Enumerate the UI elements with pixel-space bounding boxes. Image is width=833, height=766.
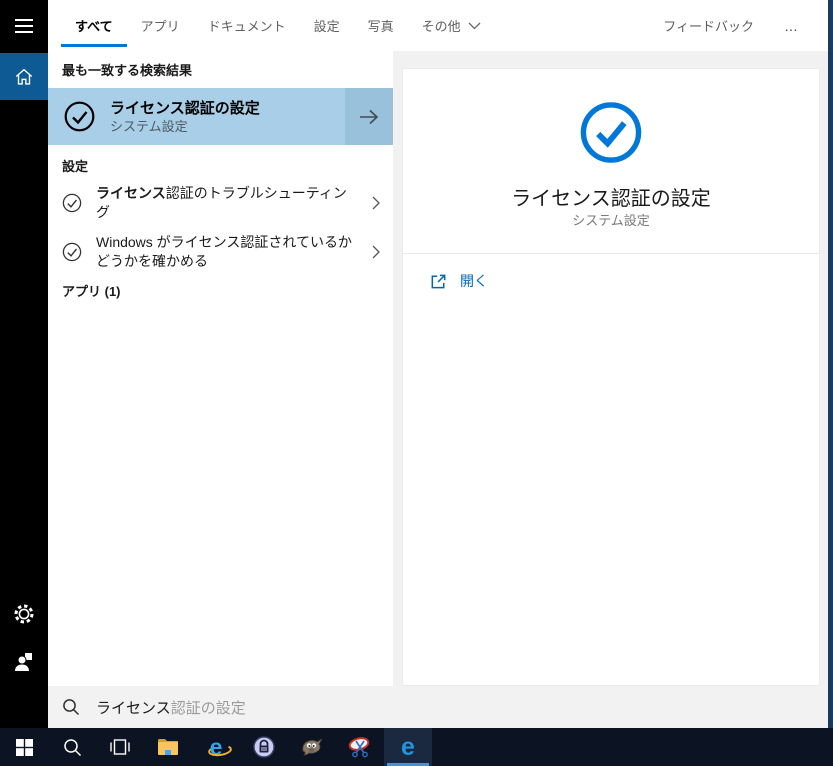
settings-section-header: 設定 bbox=[62, 159, 89, 174]
preview-card: ライセンス認証の設定 システム設定 開く bbox=[402, 68, 820, 686]
desktop-edge bbox=[828, 0, 833, 728]
open-action[interactable]: 開く bbox=[429, 271, 488, 291]
search-typed-text: ライセンス bbox=[96, 699, 171, 717]
arrow-right-icon bbox=[360, 109, 379, 124]
ie-ring bbox=[206, 742, 233, 758]
best-match-title: ライセンス認証の設定 bbox=[110, 99, 260, 117]
result-icon-wrap bbox=[48, 193, 96, 213]
sidebar-item-settings[interactable] bbox=[0, 590, 48, 638]
search-input-bar[interactable]: ライセンス認証の設定 bbox=[48, 686, 828, 728]
preview-subtitle: システム設定 bbox=[572, 213, 650, 228]
search-results-panel: 最も一致する検索結果 ライセンス認証の設定 システム設定 設定 ライセンス認証の… bbox=[48, 51, 393, 686]
preview-region: ライセンス認証の設定 システム設定 開く bbox=[393, 51, 828, 686]
best-match-icon-wrap bbox=[48, 101, 110, 132]
snipping-tool-button[interactable] bbox=[336, 728, 384, 766]
activation-check-icon-large bbox=[580, 102, 642, 163]
result-label-rest: Windows がライセンス認証されているかどうかを確かめる bbox=[96, 234, 352, 269]
home-icon bbox=[15, 68, 33, 85]
hamburger-menu-button[interactable] bbox=[0, 2, 48, 50]
tab-all-label: すべて bbox=[75, 19, 113, 34]
tab-more-label: その他 bbox=[421, 19, 461, 34]
apps-section-header: アプリ (1) bbox=[62, 284, 121, 299]
result-check-windows-activated[interactable]: Windows がライセンス認証されているかどうかを確かめる bbox=[48, 223, 393, 281]
check-circle-icon bbox=[62, 193, 82, 213]
internet-explorer-button[interactable]: e bbox=[192, 728, 240, 766]
edge-icon: e bbox=[401, 732, 415, 761]
tab-settings[interactable]: 設定 bbox=[300, 0, 354, 51]
windows-logo-icon bbox=[15, 738, 33, 756]
preview-icon-wrap bbox=[580, 101, 643, 169]
user-account-icon bbox=[15, 653, 32, 671]
open-external-icon bbox=[431, 274, 446, 288]
result-label: ライセンス認証のトラブルシューティング bbox=[96, 184, 359, 222]
file-explorer-icon bbox=[158, 739, 178, 755]
keepass-lock-icon bbox=[253, 736, 275, 758]
task-view-icon bbox=[110, 739, 130, 755]
preview-divider bbox=[403, 253, 819, 254]
tab-photos-label: 写真 bbox=[367, 19, 394, 34]
sidebar-item-home[interactable] bbox=[0, 53, 48, 100]
best-match-expand-button[interactable] bbox=[345, 88, 393, 145]
feedback-button[interactable]: フィードバック bbox=[663, 16, 754, 35]
chevron-down-icon bbox=[468, 22, 481, 30]
chevron-right-icon bbox=[359, 196, 393, 210]
tab-documents[interactable]: ドキュメント bbox=[194, 0, 300, 51]
check-circle-icon bbox=[62, 242, 82, 262]
result-label-bold: ライセンス bbox=[96, 185, 166, 201]
keepass-button[interactable] bbox=[240, 728, 288, 766]
best-match-result[interactable]: ライセンス認証の設定 システム設定 bbox=[48, 88, 393, 145]
search-suggestion-text: 認証の設定 bbox=[170, 699, 246, 717]
tab-documents-label: ドキュメント bbox=[207, 19, 286, 34]
result-activation-troubleshooting[interactable]: ライセンス認証のトラブルシューティング bbox=[48, 183, 393, 223]
best-match-subtitle: システム設定 bbox=[110, 118, 188, 134]
tab-photos[interactable]: 写真 bbox=[354, 0, 408, 51]
search-filter-bar: すべて アプリ ドキュメント 設定 写真 その他 フィードバック … bbox=[48, 0, 828, 51]
tab-settings-label: 設定 bbox=[313, 19, 340, 34]
taskbar-search-button[interactable] bbox=[48, 728, 96, 766]
windows-search-window: すべて アプリ ドキュメント 設定 写真 その他 フィードバック … 最も一致す… bbox=[0, 0, 833, 766]
open-action-label: 開く bbox=[460, 273, 488, 289]
result-icon-wrap bbox=[48, 242, 96, 262]
best-match-texts: ライセンス認証の設定 システム設定 bbox=[110, 99, 345, 135]
chevron-right-icon bbox=[359, 245, 393, 259]
gear-icon bbox=[14, 604, 34, 624]
search-icon bbox=[63, 738, 81, 756]
taskbar: e e bbox=[0, 728, 833, 766]
search-sidebar bbox=[0, 0, 48, 728]
result-label: Windows がライセンス認証されているかどうかを確かめる bbox=[96, 233, 359, 271]
scissors-tool-icon bbox=[348, 737, 370, 758]
tab-apps[interactable]: アプリ bbox=[127, 0, 194, 51]
sidebar-item-account[interactable] bbox=[0, 638, 48, 686]
tab-all[interactable]: すべて bbox=[61, 0, 127, 51]
topbar-right: フィードバック … bbox=[663, 0, 806, 51]
filter-tabs: すべて アプリ ドキュメント 設定 写真 その他 bbox=[61, 0, 495, 51]
search-input[interactable]: ライセンス認証の設定 bbox=[96, 697, 246, 718]
activation-check-icon bbox=[64, 101, 94, 132]
best-match-header: 最も一致する検索結果 bbox=[62, 63, 193, 78]
tab-apps-label: アプリ bbox=[140, 19, 180, 34]
preview-title: ライセンス認証の設定 bbox=[511, 188, 711, 210]
gimp-button[interactable] bbox=[288, 728, 336, 766]
task-view-button[interactable] bbox=[96, 728, 144, 766]
search-icon bbox=[62, 698, 80, 716]
internet-explorer-icon: e bbox=[206, 735, 233, 759]
hamburger-icon bbox=[15, 19, 33, 33]
edge-button[interactable]: e bbox=[384, 728, 432, 766]
tab-more[interactable]: その他 bbox=[408, 0, 495, 51]
file-explorer-button[interactable] bbox=[144, 728, 192, 766]
start-button[interactable] bbox=[0, 728, 48, 766]
gimp-icon bbox=[302, 738, 323, 756]
more-options-button[interactable]: … bbox=[778, 14, 806, 38]
